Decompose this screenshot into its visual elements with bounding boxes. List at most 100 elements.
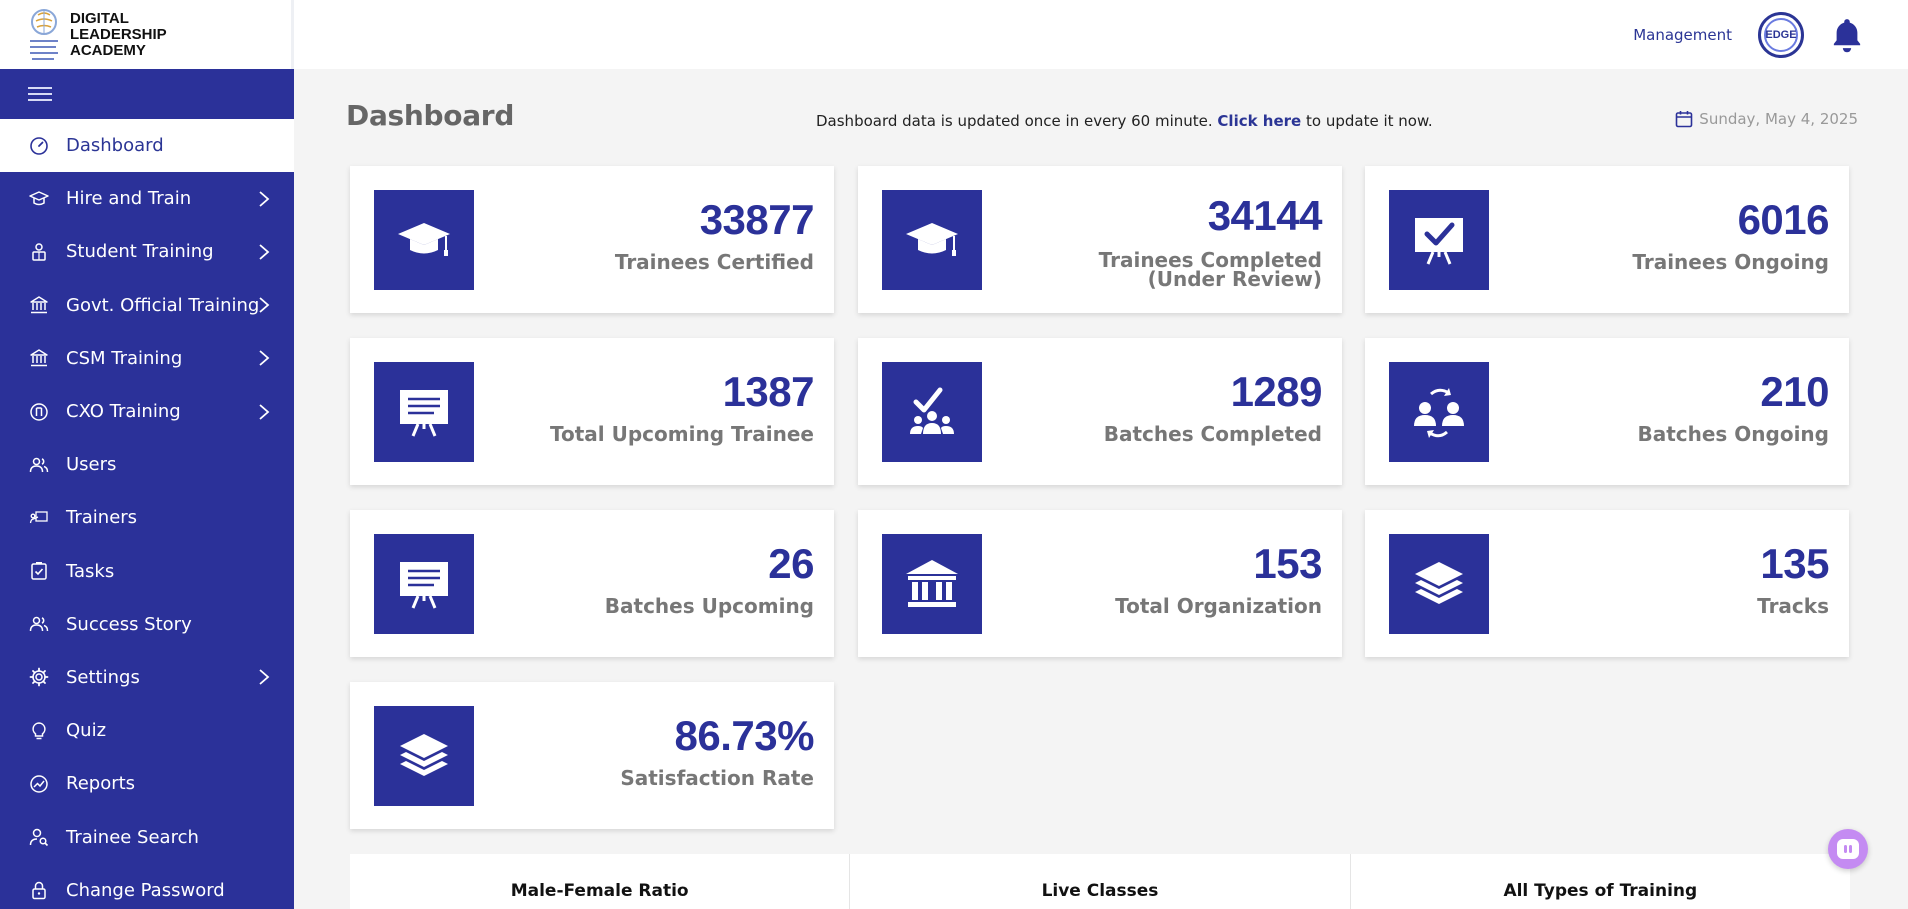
stat-value: 1289 bbox=[1230, 368, 1323, 415]
menu-toggle[interactable] bbox=[0, 69, 294, 119]
sidebar-item-label: Govt. Official Training bbox=[66, 294, 260, 316]
chat-widget-button[interactable] bbox=[1828, 829, 1868, 869]
avatar-text: EDGE bbox=[1764, 17, 1798, 52]
sidebar-nav: Dashboard Hire and Train Student Training G… bbox=[0, 119, 294, 909]
stat-label-line: Total Organization bbox=[1115, 594, 1322, 618]
panel-all-types-of-training: All Types of Training bbox=[1503, 881, 1698, 901]
stat-label-line: Trainees Certified bbox=[614, 250, 814, 274]
stat-label-line: Total Upcoming Trainee bbox=[550, 422, 814, 446]
brand-line-3: ACADEMY bbox=[70, 41, 146, 59]
academy-logo-icon bbox=[30, 8, 58, 60]
stat-label-line: Batches Upcoming bbox=[604, 594, 814, 618]
sidebar-item-csm-training[interactable]: CSM Training bbox=[0, 332, 294, 385]
gear-icon bbox=[28, 666, 50, 688]
sidebar-item-hire-and-train[interactable]: Hire and Train bbox=[0, 172, 294, 225]
stat-card-total-upcoming-trainee[interactable]: 1387 Total Upcoming Trainee bbox=[350, 338, 834, 485]
sidebar-item-cxo-training[interactable]: CXO Training bbox=[0, 385, 294, 438]
stat-label-line-2: (Under Review) bbox=[1147, 267, 1322, 291]
sidebar-item-trainee-search[interactable]: Trainee Search bbox=[0, 810, 294, 863]
stat-card-trainees-ongoing[interactable]: 6016 Trainees Ongoing bbox=[1365, 166, 1849, 313]
hamburger-icon bbox=[28, 83, 52, 105]
stat-card-batches-ongoing[interactable]: 210 Batches Ongoing bbox=[1365, 338, 1849, 485]
stat-label-line: Batches Ongoing bbox=[1637, 422, 1829, 446]
sidebar-item-success-story[interactable]: Success Story bbox=[0, 598, 294, 651]
institution-icon bbox=[882, 534, 982, 634]
layers-icon bbox=[1389, 534, 1489, 634]
stat-value: 1387 bbox=[722, 368, 815, 415]
stat-card-total-organization[interactable]: 153 Total Organization bbox=[858, 510, 1342, 657]
brand[interactable]: DIGITAL LEADERSHIP ACADEMY bbox=[0, 0, 294, 69]
trainer-icon bbox=[28, 507, 50, 529]
stat-value: 135 bbox=[1760, 540, 1829, 587]
page-title: Dashboard bbox=[346, 99, 515, 132]
update-now-link[interactable]: Click here bbox=[1217, 112, 1301, 130]
sidebar-item-users[interactable]: Users bbox=[0, 438, 294, 491]
brand-name: DIGITAL LEADERSHIP ACADEMY bbox=[70, 10, 167, 59]
sidebar: Dashboard Hire and Train Student Training G… bbox=[0, 69, 294, 909]
header-actions: Management EDGE bbox=[1633, 0, 1864, 69]
sidebar-item-quiz[interactable]: Quiz bbox=[0, 704, 294, 757]
sidebar-item-label: Trainee Search bbox=[66, 826, 199, 848]
board-check-icon bbox=[1389, 190, 1489, 290]
date-text: Sunday, May 4, 2025 bbox=[1699, 110, 1858, 128]
chevron-right-icon bbox=[258, 349, 270, 367]
avatar[interactable]: EDGE bbox=[1758, 11, 1804, 58]
group-check-icon bbox=[882, 362, 982, 462]
sidebar-item-label: Student Training bbox=[66, 241, 214, 263]
sidebar-item-settings[interactable]: Settings bbox=[0, 651, 294, 704]
presentation-board-icon bbox=[374, 534, 474, 634]
stat-card-satisfaction-rate[interactable]: 86.73% Satisfaction Rate bbox=[350, 682, 834, 829]
stat-label-line: Trainees Ongoing bbox=[1632, 250, 1829, 274]
sidebar-item-dashboard[interactable]: Dashboard bbox=[0, 119, 294, 173]
users-cycle-icon bbox=[1389, 362, 1489, 462]
stat-label: Satisfaction Rate bbox=[620, 766, 814, 790]
sidebar-item-label: CSM Training bbox=[66, 347, 183, 369]
calendar-icon bbox=[1675, 111, 1693, 128]
bell-icon[interactable] bbox=[1830, 17, 1864, 53]
bottom-panels: Male-Female Ratio Live Classes All Types… bbox=[350, 854, 1850, 909]
sidebar-item-label: Hire and Train bbox=[66, 188, 192, 210]
stat-card-trainees-completed[interactable]: 34144 Trainees Completed (Under Review) bbox=[858, 166, 1342, 313]
sidebar-item-trainers[interactable]: Trainers bbox=[0, 491, 294, 544]
panel-male-female-ratio: Male-Female Ratio bbox=[350, 854, 851, 909]
sidebar-item-tasks[interactable]: Tasks bbox=[0, 545, 294, 598]
bulb-icon bbox=[28, 720, 50, 742]
sidebar-item-student-training[interactable]: Student Training bbox=[0, 225, 294, 278]
sidebar-item-label: Settings bbox=[66, 666, 140, 688]
layers-icon bbox=[374, 706, 474, 806]
stat-value: 33877 bbox=[699, 196, 815, 243]
stat-label: Trainees Ongoing bbox=[1632, 250, 1829, 274]
update-note: Dashboard data is updated once in every … bbox=[816, 112, 1433, 130]
management-link[interactable]: Management bbox=[1633, 26, 1732, 44]
bank-icon bbox=[28, 347, 50, 369]
stat-label: Total Organization bbox=[1115, 594, 1322, 618]
stat-label: Tracks bbox=[1757, 596, 1829, 616]
graduation-cap-icon bbox=[28, 188, 50, 210]
reports-icon bbox=[28, 773, 50, 795]
cxo-icon bbox=[28, 401, 50, 423]
stat-card-batches-upcoming[interactable]: 26 Batches Upcoming bbox=[350, 510, 834, 657]
main-content: Dashboard Dashboard data is updated once… bbox=[294, 69, 1908, 909]
top-header: DIGITAL LEADERSHIP ACADEMY Management ED… bbox=[0, 0, 1908, 69]
sidebar-item-label: Trainers bbox=[66, 507, 138, 529]
student-icon bbox=[28, 241, 50, 263]
sidebar-item-reports[interactable]: Reports bbox=[0, 757, 294, 810]
graduation-cap-icon bbox=[882, 190, 982, 290]
stat-value: 153 bbox=[1253, 540, 1322, 587]
sidebar-item-change-password[interactable]: Change Password bbox=[0, 864, 294, 909]
sidebar-item-label: CXO Training bbox=[66, 401, 181, 423]
stat-value: 210 bbox=[1760, 368, 1829, 415]
stat-card-tracks[interactable]: 135 Tracks bbox=[1365, 510, 1849, 657]
sidebar-item-govt-official-training[interactable]: Govt. Official Training bbox=[0, 279, 294, 332]
stat-card-trainees-certified[interactable]: 33877 Trainees Certified bbox=[350, 166, 834, 313]
chevron-right-icon bbox=[258, 403, 270, 421]
stat-card-batches-completed[interactable]: 1289 Batches Completed bbox=[858, 338, 1342, 485]
stat-label: Batches Upcoming bbox=[604, 594, 814, 618]
stat-label-line: Satisfaction Rate bbox=[620, 766, 814, 790]
sidebar-item-label: Quiz bbox=[66, 720, 107, 742]
graduation-cap-icon bbox=[374, 190, 474, 290]
sidebar-item-label: Users bbox=[66, 454, 117, 476]
stat-label-line: Batches Completed bbox=[1103, 422, 1322, 446]
update-note-prefix: Dashboard data is updated once in every … bbox=[816, 112, 1213, 130]
sidebar-item-label: Dashboard bbox=[66, 135, 164, 157]
